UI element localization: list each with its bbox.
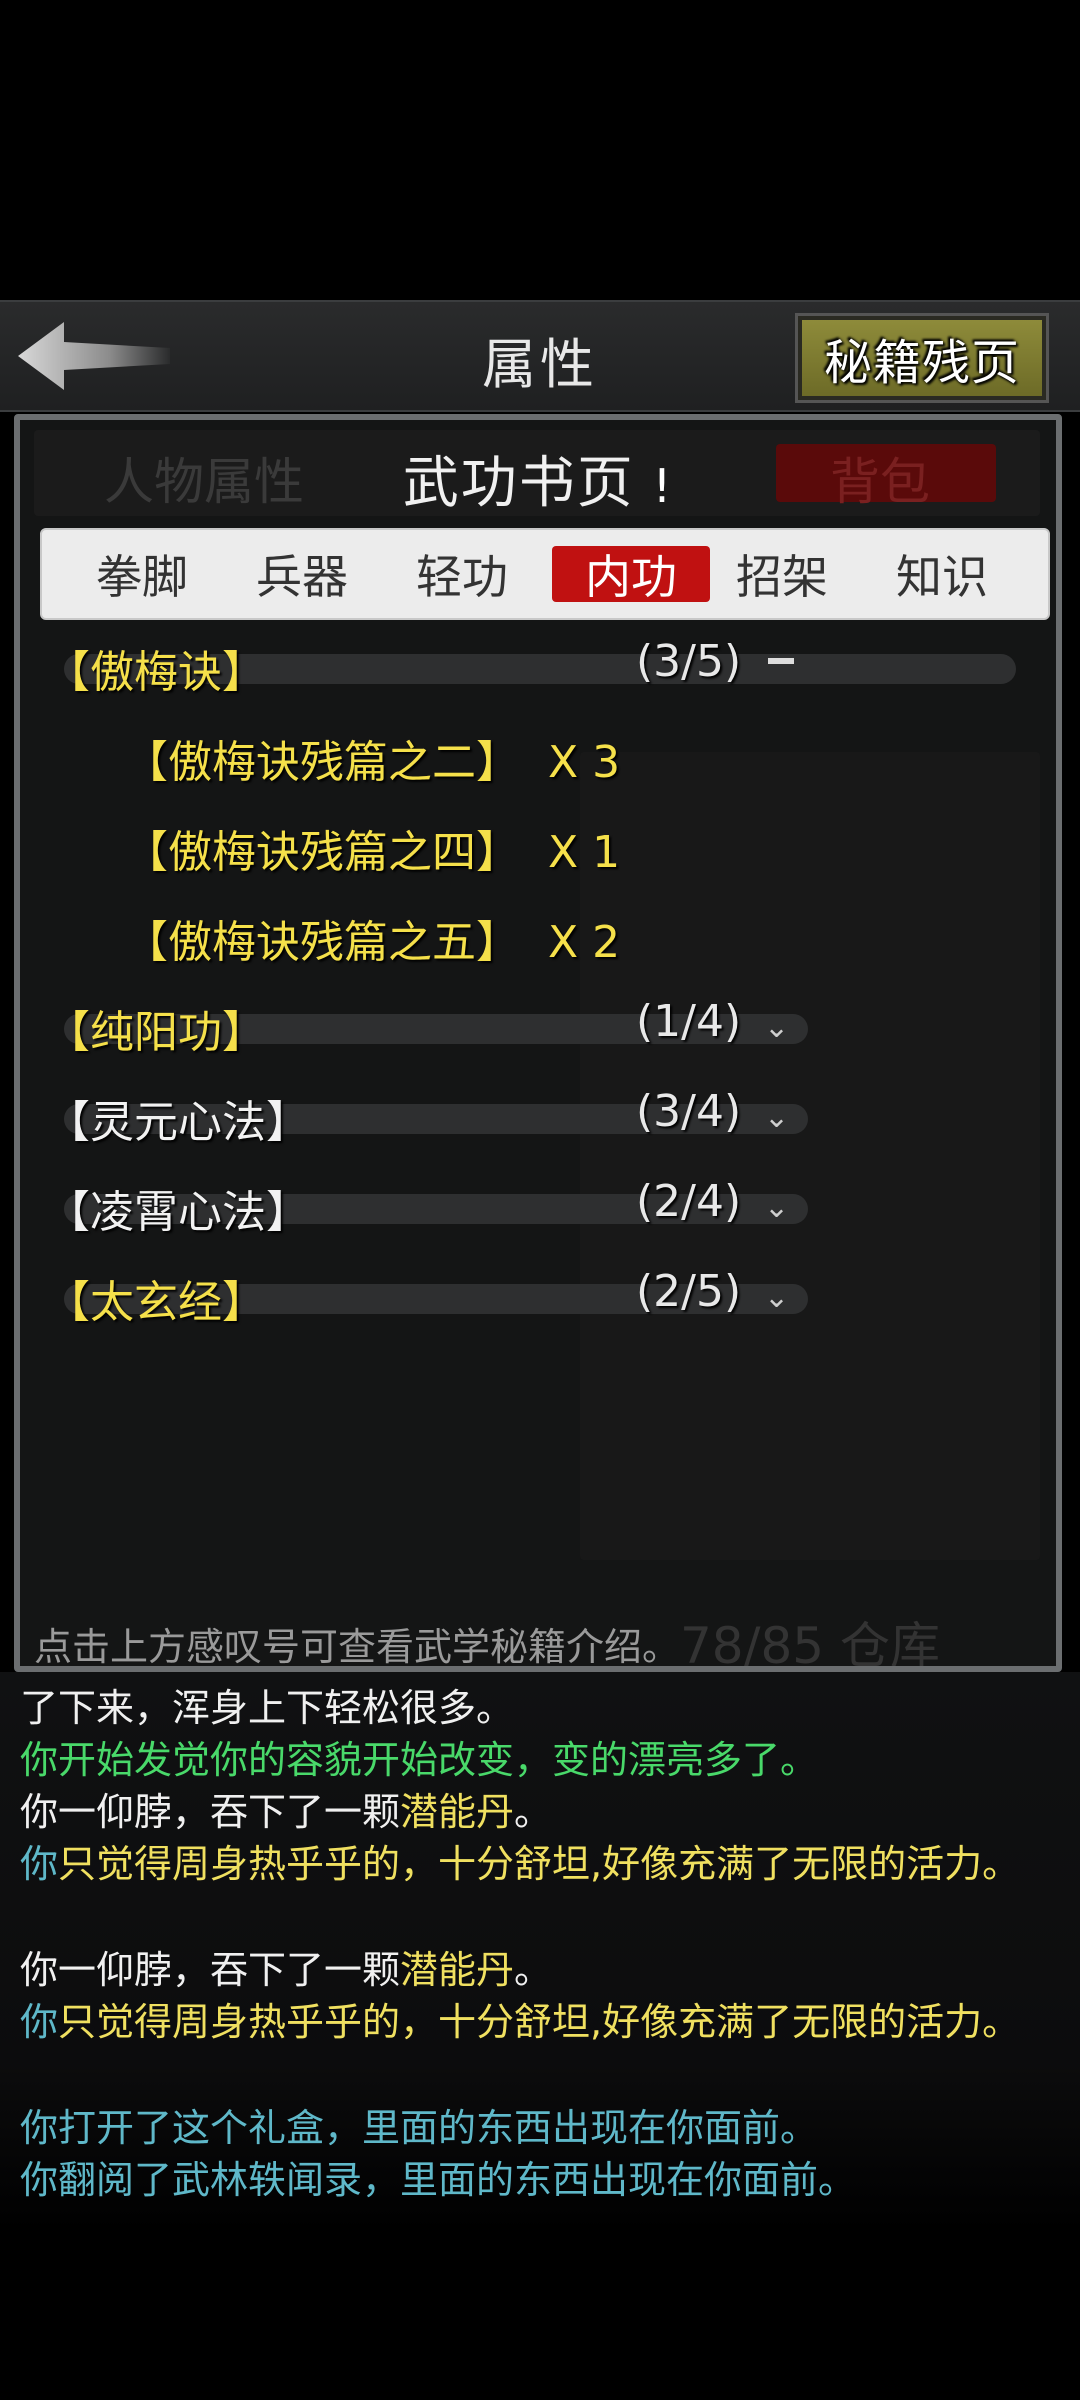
chevron-down-icon[interactable]: ⌄	[764, 1190, 789, 1225]
chevron-down-icon[interactable]: ⌄	[764, 1010, 789, 1045]
minus-icon[interactable]	[768, 658, 794, 664]
skill-group-lingyuan[interactable]: 【灵元心法】 (3/4) ⌄	[20, 1080, 1056, 1150]
panel-title-row: 武功书页!	[20, 438, 1056, 519]
log-segment: 你	[20, 2000, 59, 2044]
tab-inner-skill[interactable]: 内功	[552, 546, 710, 604]
group-count: (2/5)	[636, 1266, 742, 1317]
log-segment: 潜能丹	[400, 1790, 515, 1834]
log-line: 你翻阅了武林轶闻录，里面的东西出现在你面前。	[20, 2154, 1060, 2206]
group-name: 【太玄经】	[46, 1277, 266, 1328]
log-segment: 。	[514, 1790, 553, 1834]
top-bar: 属性 秘籍残页	[0, 300, 1080, 412]
log-segment: 你打开了这个礼盒，里面的东西出现在你面前。	[20, 2106, 819, 2150]
skill-group-lingxiao[interactable]: 【凌霄心法】 (2/4) ⌄	[20, 1170, 1056, 1240]
tab-parry[interactable]: 招架	[712, 546, 852, 604]
log-segment: 你翻阅了武林轶闻录，里面的东西出现在你面前。	[20, 2158, 857, 2202]
chevron-down-icon[interactable]: ⌄	[764, 1280, 789, 1315]
log-segment: 只觉得周身热乎乎的，十分舒坦,好像充满了无限的活力。	[58, 2000, 1021, 2044]
fragment-item[interactable]: 【傲梅诀残篇之二】 X 3	[124, 726, 620, 790]
skill-group-chunyang[interactable]: 【纯阳功】 (1/4) ⌄	[20, 990, 1056, 1060]
log-line: 你只觉得周身热乎乎的，十分舒坦,好像充满了无限的活力。	[20, 1996, 1060, 2048]
log-segment: 你一仰脖，吞下了一颗	[20, 1790, 401, 1834]
log-segment: 你开始发觉你的容貌开始改变，变的漂亮多了。	[20, 1738, 819, 1782]
tab-weapon[interactable]: 兵器	[232, 546, 372, 604]
skill-group-aomei[interactable]: 【傲梅诀】 (3/5)	[20, 630, 1056, 700]
log-segment: 只觉得周身热乎乎的，十分舒坦,好像充满了无限的活力。	[58, 1842, 1021, 1886]
log-line: 你一仰脖，吞下了一颗潜能丹。	[20, 1944, 1060, 1996]
group-name: 【纯阳功】	[46, 1007, 266, 1058]
log-line: 了下来，浑身上下轻松很多。	[20, 1682, 1060, 1734]
log-segment: 了下来，浑身上下轻松很多。	[20, 1686, 515, 1730]
log-segment: 你一仰脖，吞下了一颗	[20, 1948, 401, 1992]
background-list	[580, 752, 1040, 1560]
skill-group-taixuan[interactable]: 【太玄经】 (2/5) ⌄	[20, 1260, 1056, 1330]
group-name: 【灵元心法】	[46, 1097, 310, 1148]
skill-pages-panel: 人物属性 背包 78/85 仓库 武功书页! 拳脚 兵器 轻功 内功 招架 知识…	[14, 414, 1062, 1672]
fragment-item[interactable]: 【傲梅诀残篇之五】 X 2	[124, 906, 620, 970]
tab-fist[interactable]: 拳脚	[72, 546, 212, 604]
tab-knowledge[interactable]: 知识	[872, 546, 1012, 604]
fragment-item[interactable]: 【傲梅诀残篇之四】 X 1	[124, 816, 620, 880]
group-count: (1/4)	[636, 996, 742, 1047]
tab-lightness[interactable]: 轻功	[392, 546, 532, 604]
message-log: 了下来，浑身上下轻松很多。 你开始发觉你的容貌开始改变，变的漂亮多了。 你一仰脖…	[0, 1672, 1080, 2232]
group-name: 【傲梅诀】	[46, 647, 266, 698]
log-line: 你打开了这个礼盒，里面的东西出现在你面前。	[20, 2102, 1060, 2154]
hint-text: 点击上方感叹号可查看武学秘籍介绍。	[34, 1625, 681, 1669]
group-count: (3/4)	[636, 1086, 742, 1137]
log-segment: 潜能丹	[400, 1948, 515, 1992]
secret-fragments-button[interactable]: 秘籍残页	[795, 313, 1049, 403]
background-counter: 78/85 仓库	[680, 1617, 940, 1672]
group-count: (3/5)	[636, 636, 742, 687]
log-segment: 你	[20, 1842, 59, 1886]
log-line: 你只觉得周身热乎乎的，十分舒坦,好像充满了无限的活力。	[20, 1838, 1060, 1890]
category-tabs: 拳脚 兵器 轻功 内功 招架 知识	[40, 528, 1050, 620]
log-line: 你一仰脖，吞下了一颗潜能丹。	[20, 1786, 1060, 1838]
log-segment: 。	[514, 1948, 553, 1992]
info-exclamation-button[interactable]: !	[653, 459, 673, 513]
group-count: (2/4)	[636, 1176, 742, 1227]
chevron-down-icon[interactable]: ⌄	[764, 1100, 789, 1135]
log-line: 你开始发觉你的容貌开始改变，变的漂亮多了。	[20, 1734, 1060, 1786]
group-name: 【凌霄心法】	[46, 1187, 310, 1238]
panel-title: 武功书页	[402, 451, 635, 516]
